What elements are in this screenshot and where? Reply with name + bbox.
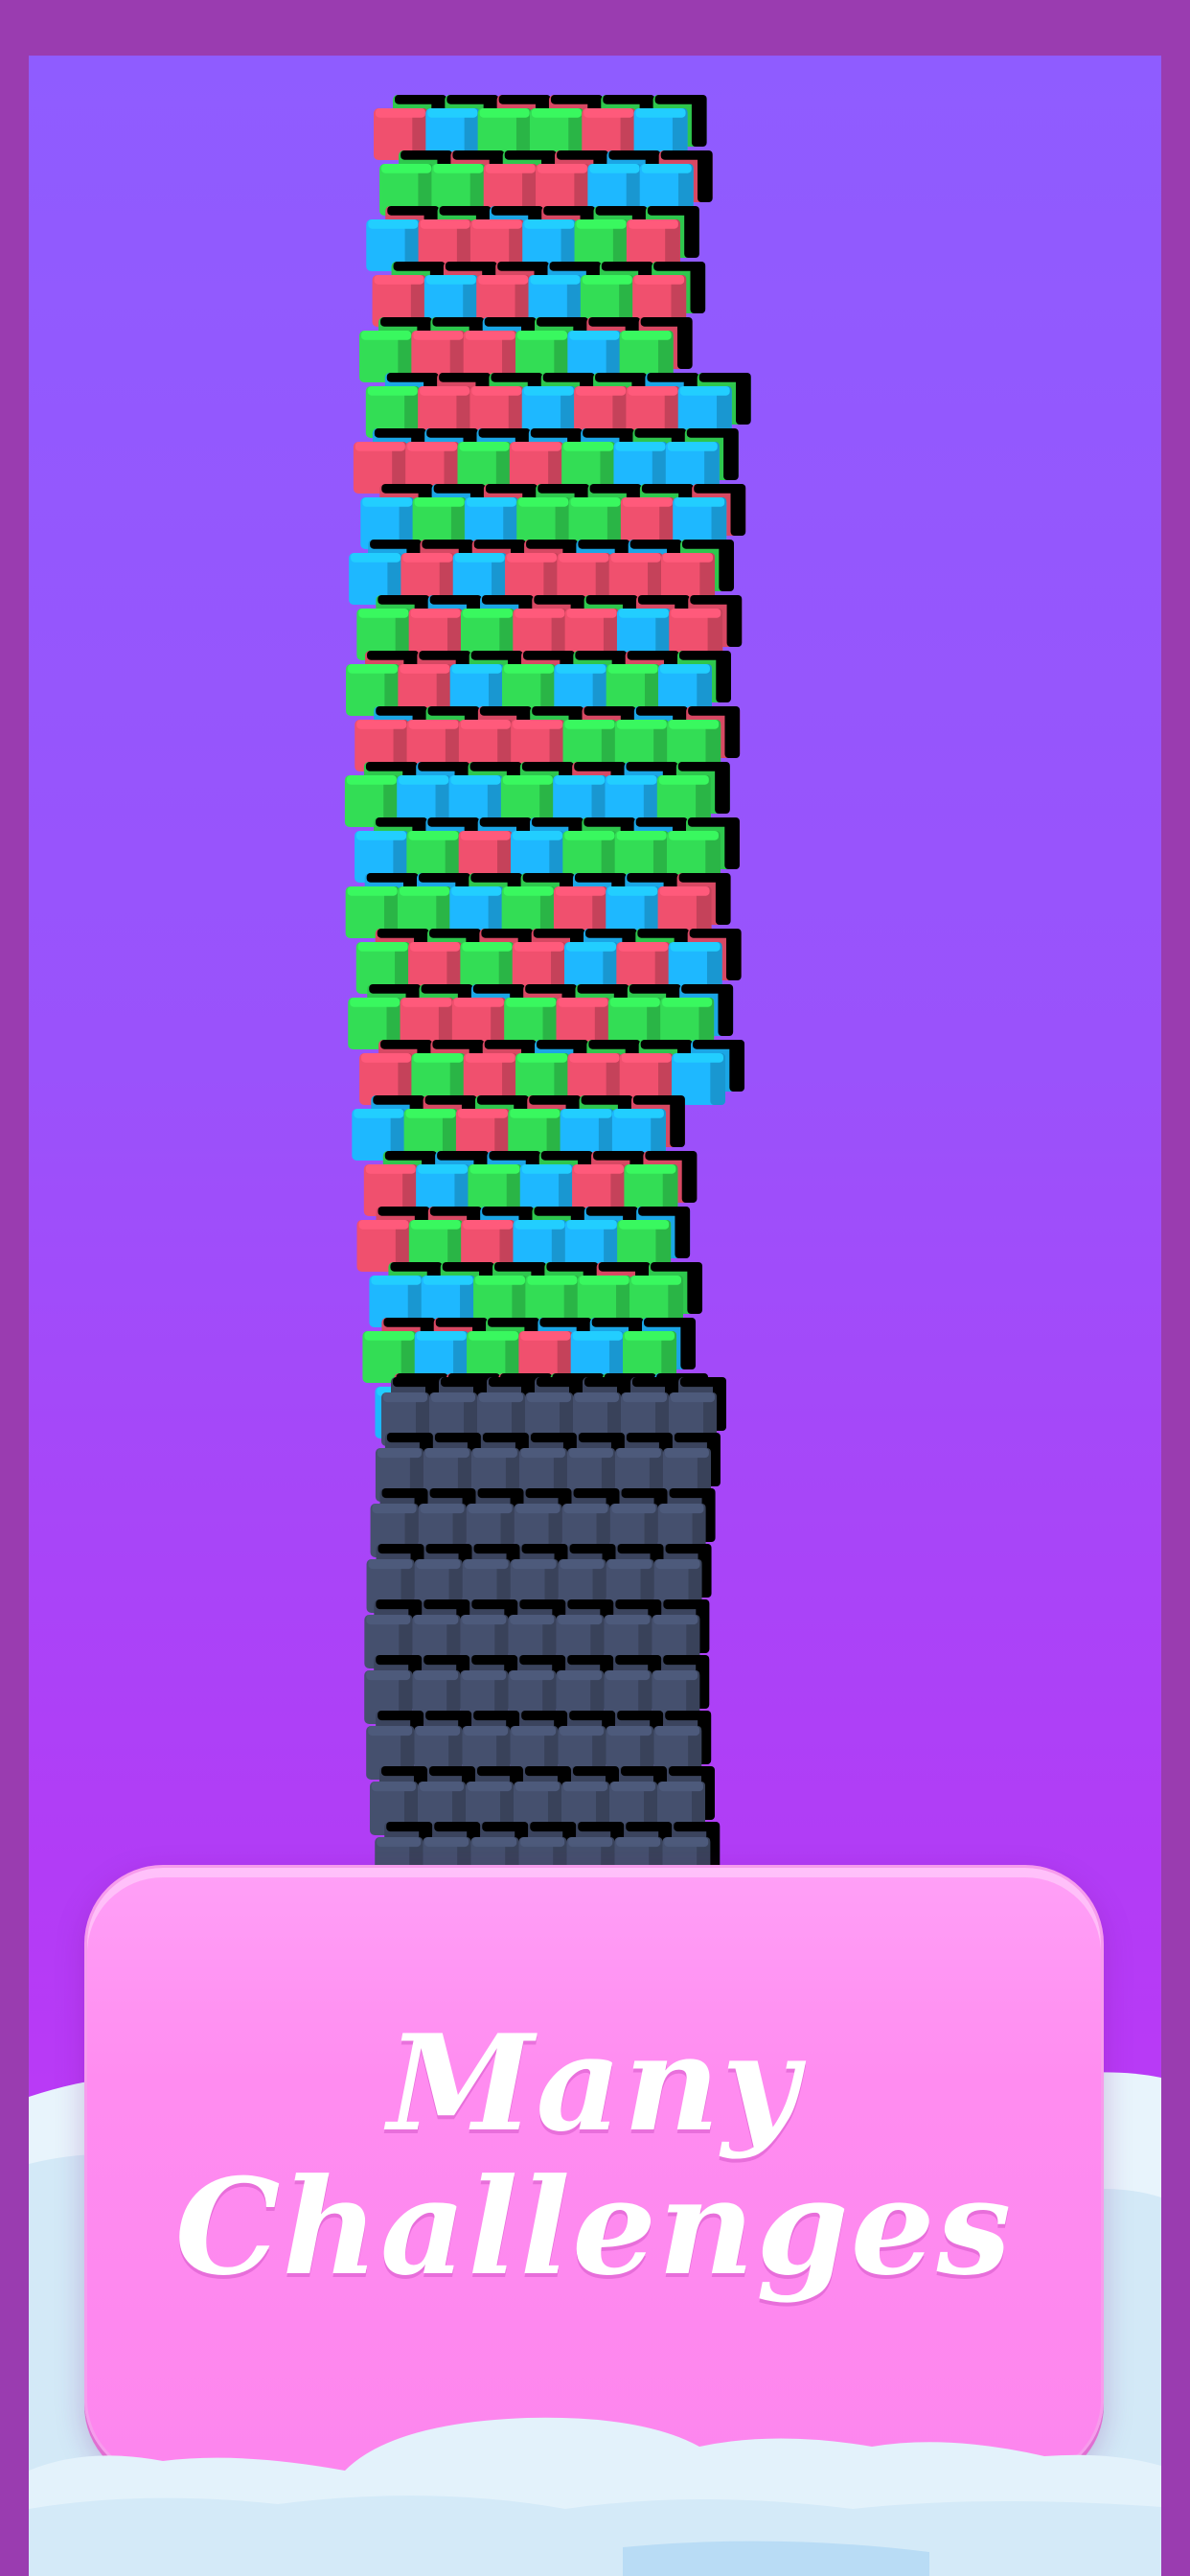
title-line-1: Many <box>387 2005 801 2161</box>
banner-title: Many Challenges <box>87 2012 1101 2299</box>
screen-frame: Many Challenges <box>0 0 1190 2576</box>
challenge-banner: Many Challenges <box>84 1865 1104 2478</box>
title-line-2: Challenges <box>174 2149 1014 2305</box>
